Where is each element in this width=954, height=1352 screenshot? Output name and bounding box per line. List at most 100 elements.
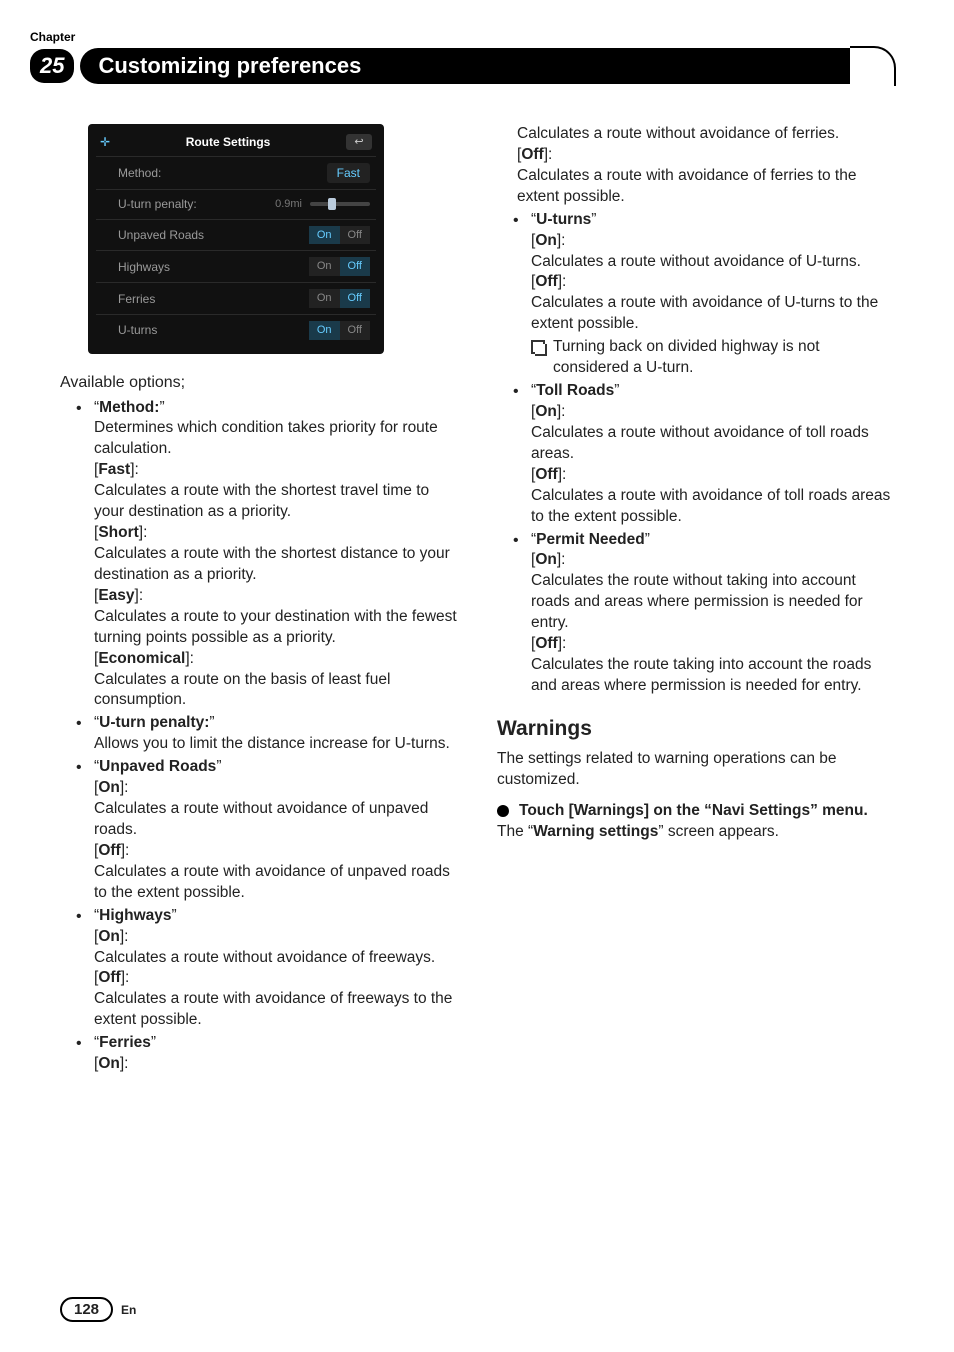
- item-uturns: “U-turns” [On]: Calculates a route witho…: [531, 210, 894, 379]
- unpaved-on-tag: On: [98, 779, 120, 796]
- uturns-on-tag: On: [535, 232, 557, 249]
- page-title: Customizing preferences: [98, 53, 361, 79]
- ss-row-uturns[interactable]: U-turns On Off: [96, 314, 376, 346]
- ss-uturns-toggle[interactable]: On Off: [309, 321, 370, 340]
- warnings-step: Touch [Warnings] on the “Navi Settings” …: [519, 801, 868, 822]
- method-economical-tag: Economical: [98, 650, 185, 667]
- method-fast-desc: Calculates a route with the shortest tra…: [94, 481, 457, 523]
- ss-row-ferries[interactable]: Ferries On Off: [96, 282, 376, 314]
- toll-off-desc: Calculates a route with avoidance of tol…: [531, 486, 894, 528]
- uturns-note: Turning back on divided highway is not c…: [553, 337, 894, 379]
- unpaved-on-desc: Calculates a route without avoidance of …: [94, 799, 457, 841]
- ss-method-label: Method:: [102, 165, 327, 181]
- ferries-on-desc: Calculates a route without avoidance of …: [517, 124, 894, 145]
- item-highways: “Highways” [On]: Calculates a route with…: [94, 906, 457, 1032]
- ss-uturn-penalty-label: U-turn penalty:: [102, 196, 275, 212]
- ss-row-highways[interactable]: Highways On Off: [96, 250, 376, 282]
- permit-on-tag: On: [535, 551, 557, 568]
- method-short-desc: Calculates a route with the shortest dis…: [94, 544, 457, 586]
- warnings-intro: The settings related to warning operatio…: [497, 749, 894, 791]
- uturn-penalty-name: U-turn penalty:: [99, 714, 209, 731]
- ss-uturns-on[interactable]: On: [309, 321, 340, 340]
- ss-highways-on[interactable]: On: [309, 257, 340, 276]
- left-column: ✛ Route Settings ↩ Method: Fast U-turn p…: [60, 124, 457, 1077]
- method-easy-tag: Easy: [98, 587, 134, 604]
- page-number: 128: [60, 1297, 113, 1322]
- ss-ferries-toggle[interactable]: On Off: [309, 289, 370, 308]
- unpaved-name: Unpaved Roads: [99, 758, 216, 775]
- unpaved-off-tag: Off: [98, 842, 120, 859]
- permit-on-desc: Calculates the route without taking into…: [531, 571, 894, 634]
- ss-ferries-on[interactable]: On: [309, 289, 340, 308]
- ferries-off-tag: Off: [521, 146, 543, 163]
- uturn-penalty-desc: Allows you to limit the distance increas…: [94, 734, 457, 755]
- item-permit: “Permit Needed” [On]: Calculates the rou…: [531, 530, 894, 697]
- uturns-name: U-turns: [536, 211, 591, 228]
- header-bar: Customizing preferences: [80, 48, 894, 84]
- ss-highways-toggle[interactable]: On Off: [309, 257, 370, 276]
- ferries-off-desc: Calculates a route with avoidance of fer…: [517, 166, 894, 208]
- highways-on-tag: On: [98, 928, 120, 945]
- available-options-label: Available options;: [60, 372, 457, 394]
- embedded-screenshot: ✛ Route Settings ↩ Method: Fast U-turn p…: [88, 124, 384, 354]
- ss-unpaved-on[interactable]: On: [309, 226, 340, 245]
- toll-on-desc: Calculates a route without avoidance of …: [531, 423, 894, 465]
- gps-icon: ✛: [100, 134, 110, 150]
- method-economical-desc: Calculates a route on the basis of least…: [94, 670, 457, 712]
- header-curve: [850, 46, 896, 86]
- item-unpaved: “Unpaved Roads” [On]: Calculates a route…: [94, 757, 457, 903]
- unpaved-off-desc: Calculates a route with avoidance of unp…: [94, 862, 457, 904]
- permit-off-desc: Calculates the route taking into account…: [531, 655, 894, 697]
- ss-unpaved-toggle[interactable]: On Off: [309, 226, 370, 245]
- method-short-tag: Short: [98, 524, 138, 541]
- highways-off-tag: Off: [98, 969, 120, 986]
- ss-row-uturn-penalty[interactable]: U-turn penalty: 0.9mi: [96, 189, 376, 218]
- ss-method-value[interactable]: Fast: [327, 163, 370, 183]
- ferries-name: Ferries: [99, 1034, 151, 1051]
- item-ferries: “Ferries” [On]:: [94, 1033, 457, 1075]
- toll-on-tag: On: [535, 403, 557, 420]
- toll-name: Toll Roads: [536, 382, 614, 399]
- warnings-result: The “Warning settings” screen appears.: [497, 822, 894, 843]
- item-method: “Method:” Determines which condition tak…: [94, 398, 457, 712]
- permit-name: Permit Needed: [536, 531, 645, 548]
- ferries-on-tag-left: On: [98, 1055, 120, 1072]
- step-bullet-icon: [497, 805, 509, 817]
- chapter-number-badge: 25: [30, 49, 74, 83]
- back-icon[interactable]: ↩: [346, 134, 372, 150]
- ss-row-unpaved[interactable]: Unpaved Roads On Off: [96, 219, 376, 251]
- highways-off-desc: Calculates a route with avoidance of fre…: [94, 989, 457, 1031]
- footer: 128 En: [60, 1297, 136, 1322]
- toll-off-tag: Off: [535, 466, 557, 483]
- method-easy-desc: Calculates a route to your destination w…: [94, 607, 457, 649]
- ss-uturn-penalty-dist: 0.9mi: [275, 197, 302, 212]
- note-icon: [531, 340, 545, 354]
- item-uturn-penalty: “U-turn penalty:” Allows you to limit th…: [94, 713, 457, 755]
- language-code: En: [121, 1303, 136, 1317]
- uturns-on-desc: Calculates a route without avoidance of …: [531, 252, 894, 273]
- ss-uturns-off[interactable]: Off: [340, 321, 370, 340]
- ss-row-method[interactable]: Method: Fast: [96, 156, 376, 189]
- chapter-label: Chapter: [30, 30, 894, 44]
- header-row: 25 Customizing preferences: [30, 48, 894, 84]
- ss-unpaved-label: Unpaved Roads: [102, 227, 309, 243]
- highways-on-desc: Calculates a route without avoidance of …: [94, 948, 457, 969]
- uturns-off-tag: Off: [535, 273, 557, 290]
- method-name: Method:: [99, 399, 159, 416]
- ss-uturns-label: U-turns: [102, 322, 309, 338]
- right-column: Calculates a route without avoidance of …: [497, 124, 894, 1077]
- ss-ferries-label: Ferries: [102, 291, 309, 307]
- uturns-off-desc: Calculates a route with avoidance of U-t…: [531, 293, 894, 335]
- method-desc: Determines which condition takes priorit…: [94, 418, 457, 460]
- ss-ferries-off[interactable]: Off: [340, 289, 370, 308]
- highways-name: Highways: [99, 907, 171, 924]
- method-fast-tag: Fast: [98, 461, 130, 478]
- ss-uturn-penalty-slider[interactable]: [310, 202, 370, 206]
- ss-unpaved-off[interactable]: Off: [340, 226, 370, 245]
- item-toll: “Toll Roads” [On]: Calculates a route wi…: [531, 381, 894, 527]
- screenshot-title: Route Settings: [186, 134, 271, 150]
- ss-highways-off[interactable]: Off: [340, 257, 370, 276]
- ss-highways-label: Highways: [102, 259, 309, 275]
- warnings-heading: Warnings: [497, 715, 894, 743]
- permit-off-tag: Off: [535, 635, 557, 652]
